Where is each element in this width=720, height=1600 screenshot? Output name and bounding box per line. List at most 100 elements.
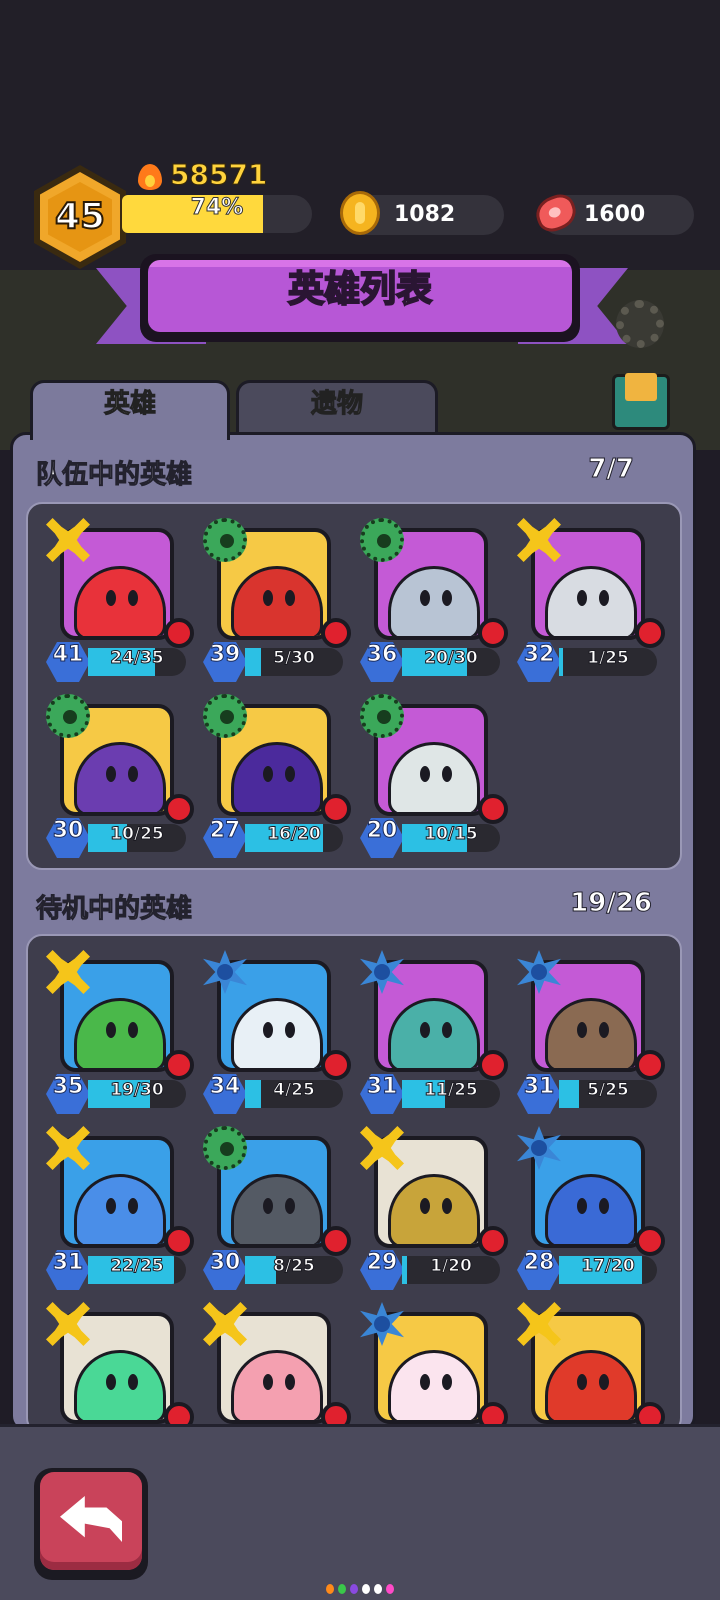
hero-level: 35	[46, 1074, 90, 1114]
notification-dot	[478, 794, 508, 824]
standby-grid: 35 19/30 34 4/25 31 11/25 31 5/25 31 22/25 30 8/25 2…	[26, 934, 682, 1434]
hero-eye	[599, 1374, 609, 1390]
hero-eye	[599, 1198, 609, 1214]
hero-level: 31	[46, 1250, 90, 1290]
hero-card[interactable]	[46, 1302, 196, 1432]
hero-eye	[420, 766, 430, 782]
shard-count: 17/20	[581, 1256, 636, 1277]
hero-card[interactable]: 31 22/25	[46, 1126, 196, 1290]
hero-level: 34	[203, 1074, 247, 1114]
hero-card[interactable]: 31 5/25	[517, 950, 667, 1114]
shard-count: 20/30	[424, 648, 479, 669]
hero-level: 27	[203, 818, 247, 858]
hero-eye	[599, 590, 609, 606]
hero-card[interactable]	[517, 1302, 667, 1432]
meat-amount: 1600	[584, 202, 646, 227]
hero-eye	[128, 766, 138, 782]
power-value: 58571	[169, 158, 268, 192]
page-dot	[350, 1584, 358, 1594]
hero-eye	[577, 590, 587, 606]
shard-progress-bar: 16/20	[245, 824, 343, 852]
hero-level: 29	[360, 1250, 404, 1290]
hero-eye	[442, 766, 452, 782]
tab-heroes[interactable]: 英雄	[30, 380, 230, 440]
hero-eye	[106, 1022, 116, 1038]
page-indicator	[326, 1584, 394, 1594]
notification-dot	[321, 618, 351, 648]
hero-eye	[442, 1198, 452, 1214]
skull-class-icon	[203, 1126, 247, 1170]
shard-progress-bar: 10/15	[402, 824, 500, 852]
hero-card[interactable]: 41 24/35	[46, 518, 196, 682]
shard-progress-bar: 4/25	[245, 1080, 343, 1108]
notification-dot	[164, 1226, 194, 1256]
hero-card[interactable]: 39 5/30	[203, 518, 353, 682]
hero-eye	[420, 1022, 430, 1038]
shard-count: 4/25	[273, 1080, 316, 1101]
shard-count: 11/25	[424, 1080, 479, 1101]
mail-icon[interactable]	[612, 373, 670, 430]
ice-core	[531, 1140, 547, 1156]
gold-coin-icon	[340, 191, 380, 235]
hero-eye	[106, 1374, 116, 1390]
notification-dot	[164, 1050, 194, 1080]
hero-eye	[577, 1022, 587, 1038]
team-section-title: 队伍中的英雄	[35, 460, 193, 491]
hero-eye	[106, 1198, 116, 1214]
shard-progress-bar: 5/25	[559, 1080, 657, 1108]
hero-card[interactable]: 35 19/30	[46, 950, 196, 1114]
shard-count: 10/25	[110, 824, 165, 845]
hero-card[interactable]: 20 10/15	[360, 694, 510, 858]
notification-dot	[164, 618, 194, 648]
skull-core	[63, 710, 77, 724]
skull-class-icon	[203, 518, 247, 562]
shard-progress-bar: 17/20	[559, 1256, 657, 1284]
hero-level: 39	[203, 642, 247, 682]
ice-core	[374, 964, 390, 980]
hero-eye	[442, 590, 452, 606]
hero-card[interactable]: 30 10/25	[46, 694, 196, 858]
notification-dot	[478, 1050, 508, 1080]
hero-eye	[263, 1374, 273, 1390]
gold-amount: 1082	[394, 202, 456, 227]
shard-progress-bar: 24/35	[88, 648, 186, 676]
hero-card[interactable]: 27 16/20	[203, 694, 353, 858]
hero-card[interactable]: 30 8/25	[203, 1126, 353, 1290]
shard-count: 5/25	[587, 1080, 630, 1101]
hero-eye	[128, 1022, 138, 1038]
shard-progress-bar: 5/30	[245, 648, 343, 676]
standby-section-title: 待机中的英雄	[35, 894, 193, 925]
hero-level: 30	[46, 818, 90, 858]
shard-progress-bar: 1/20	[402, 1256, 500, 1284]
gear-icon[interactable]	[616, 300, 664, 348]
hero-card[interactable]	[360, 1302, 510, 1432]
hero-card[interactable]: 31 11/25	[360, 950, 510, 1114]
hero-eye	[442, 1022, 452, 1038]
hero-eye	[599, 1022, 609, 1038]
hero-card[interactable]: 32 1/25	[517, 518, 667, 682]
shard-progress-bar: 8/25	[245, 1256, 343, 1284]
tab-relics[interactable]: 遗物	[236, 380, 438, 440]
hero-eye	[263, 1198, 273, 1214]
ice-core	[531, 964, 547, 980]
hero-card[interactable]	[203, 1302, 353, 1432]
hero-eye	[128, 1374, 138, 1390]
hero-card[interactable]: 29 1/20	[360, 1126, 510, 1290]
hero-card[interactable]: 36 20/30	[360, 518, 510, 682]
page-dot	[362, 1584, 370, 1594]
xp-bar: 74%	[122, 195, 312, 233]
shard-count: 1/25	[587, 648, 630, 669]
skull-class-icon	[203, 694, 247, 738]
shard-progress-bar: 20/30	[402, 648, 500, 676]
notification-dot	[321, 1050, 351, 1080]
hero-eye	[420, 1374, 430, 1390]
hero-eye	[285, 766, 295, 782]
hero-eye	[420, 1198, 430, 1214]
skull-class-icon	[46, 694, 90, 738]
hero-eye	[285, 1374, 295, 1390]
hero-eye	[285, 1198, 295, 1214]
hero-card[interactable]: 34 4/25	[203, 950, 353, 1114]
hero-eye	[128, 1198, 138, 1214]
hero-card[interactable]: 28 17/20	[517, 1126, 667, 1290]
skull-core	[377, 710, 391, 724]
